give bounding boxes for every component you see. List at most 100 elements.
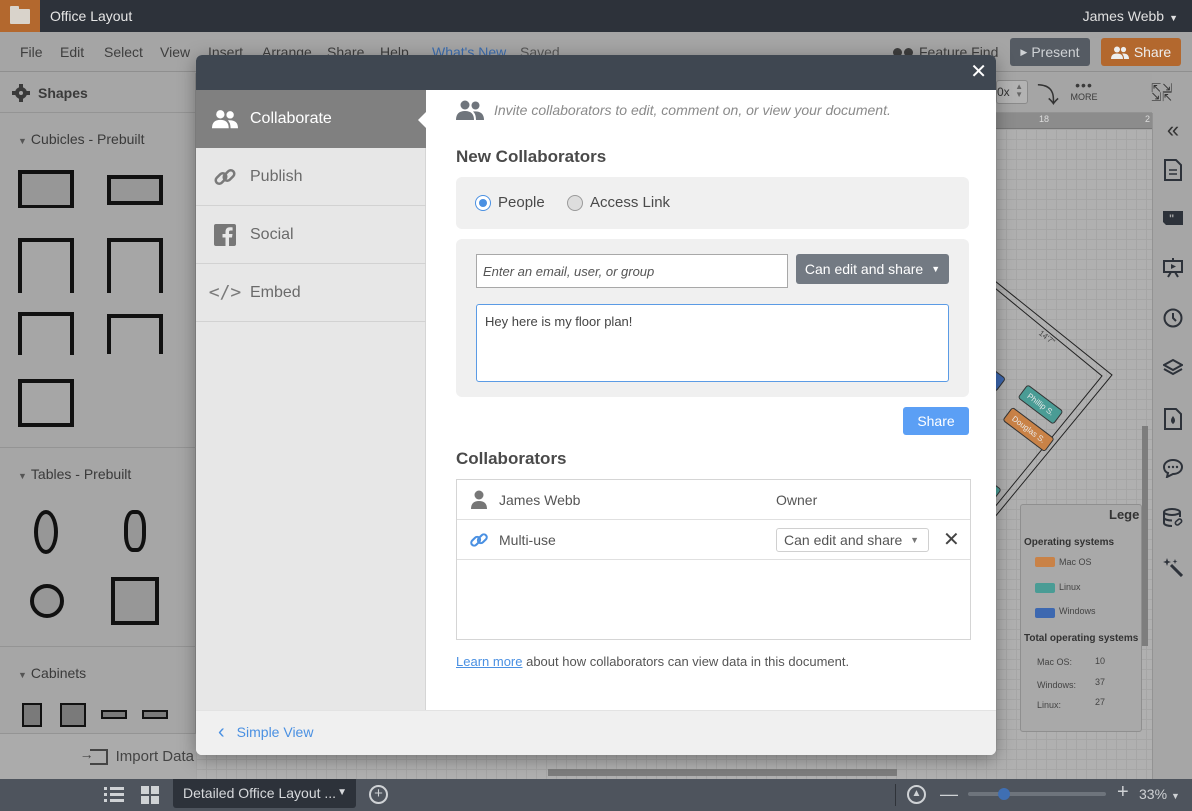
ellipsis-icon: •••	[1075, 77, 1093, 93]
horizontal-ruler: 18 2	[993, 113, 1152, 129]
chevron-down-icon: ▼	[931, 264, 941, 274]
zoom-level-dropdown[interactable]: 33% ▼	[1139, 786, 1180, 802]
ruler-mark: 2	[1145, 114, 1151, 124]
cubicle-shape[interactable]	[18, 379, 74, 427]
cubicle-shape[interactable]	[107, 175, 163, 205]
cabinet-shape[interactable]	[101, 710, 127, 719]
section-tables-label: Tables - Prebuilt	[30, 466, 132, 482]
page-settings-icon[interactable]	[1163, 159, 1183, 181]
collaborators-table: James Webb Owner Multi-use Can edit and …	[456, 479, 971, 640]
cubicle-shape[interactable]	[18, 170, 74, 208]
import-data-button[interactable]: Import Data	[0, 733, 196, 779]
close-icon[interactable]: ✕	[970, 61, 987, 83]
nav-publish-label: Publish	[250, 167, 303, 185]
import-icon	[80, 746, 108, 765]
section-cabinets[interactable]: ▼ Cabinets	[18, 665, 86, 681]
legend-swatch-linux	[1035, 583, 1055, 593]
menu-file[interactable]: File	[20, 44, 43, 60]
navigate-icon[interactable]: ▲	[907, 785, 926, 804]
table-shape[interactable]	[111, 577, 159, 625]
section-divider	[0, 447, 196, 448]
cubicle-shape[interactable]	[107, 314, 163, 354]
size-input[interactable]: 0x ▲ ▼	[996, 80, 1028, 104]
redo-icon[interactable]: ⤵	[1037, 78, 1059, 110]
presentation-icon[interactable]	[1163, 258, 1183, 278]
add-page-button[interactable]: +	[369, 785, 388, 804]
permission-dropdown-button[interactable]: Can edit and share ▼	[796, 254, 949, 284]
cubicle-shape[interactable]	[107, 238, 163, 293]
zoom-slider-thumb[interactable]	[997, 788, 1010, 800]
horizontal-scrollbar[interactable]	[548, 769, 897, 776]
total-label: Mac OS:	[1037, 657, 1073, 667]
nav-social[interactable]: Social	[196, 206, 426, 264]
table-shape[interactable]	[34, 510, 58, 554]
table-shape[interactable]	[30, 584, 64, 618]
menu-view[interactable]: View	[160, 44, 190, 60]
magic-wand-icon[interactable]	[1163, 557, 1184, 578]
menu-edit[interactable]: Edit	[60, 44, 84, 60]
documents-folder-button[interactable]	[0, 0, 40, 32]
section-cubicles-label: Cubicles - Prebuilt	[30, 131, 145, 147]
fullscreen-icon[interactable]: ⇱⇲ ⇲⇱	[1151, 82, 1173, 103]
chevron-down-icon[interactable]: ▼	[337, 787, 347, 798]
section-tables[interactable]: ▼ Tables - Prebuilt	[18, 466, 131, 482]
folder-icon	[10, 5, 30, 24]
simple-view-label: Simple View	[236, 724, 314, 740]
cubicle-shape[interactable]	[18, 312, 74, 355]
nav-collaborate[interactable]: Collaborate	[196, 90, 426, 148]
present-label: Present	[1031, 44, 1080, 60]
zoom-level-value: 33%	[1139, 786, 1168, 802]
quote-icon[interactable]: "	[1163, 209, 1183, 229]
cabinet-shape[interactable]	[142, 710, 168, 719]
section-cubicles[interactable]: ▼ Cubicles - Prebuilt	[18, 131, 145, 147]
list-view-icon[interactable]	[104, 787, 124, 803]
radio-people[interactable]: People	[475, 194, 545, 211]
grid-view-icon[interactable]	[141, 786, 159, 804]
title-bar: Office Layout James Webb ▼	[0, 0, 1192, 32]
menu-select[interactable]: Select	[104, 44, 143, 60]
comments-icon[interactable]	[1162, 458, 1184, 479]
email-input[interactable]	[476, 254, 788, 288]
room-walls	[990, 276, 1113, 524]
cubicle-shape[interactable]	[18, 238, 74, 293]
collaborator-permission-select[interactable]: Can edit and share ▼	[776, 528, 929, 552]
learn-more-link[interactable]: Learn more	[456, 654, 522, 669]
document-title[interactable]: Office Layout	[50, 8, 132, 24]
user-menu[interactable]: James Webb ▼	[1083, 8, 1178, 24]
present-button[interactable]: ▶ Present	[1010, 38, 1090, 66]
shapes-header[interactable]: Shapes	[0, 73, 195, 113]
theme-fill-icon[interactable]	[1163, 408, 1183, 430]
legend-panel[interactable]: Lege Operating systems Mac OS Linux Wind…	[1020, 504, 1142, 732]
import-data-label: Import Data	[115, 748, 194, 765]
permission-label: Can edit and share	[804, 261, 924, 277]
zoom-in-button[interactable]: +	[1117, 781, 1129, 804]
vertical-scrollbar[interactable]	[1142, 426, 1148, 646]
share-top-button[interactable]: Share	[1101, 38, 1181, 66]
chevron-down-icon: ▼	[1169, 13, 1178, 23]
floorplan-room[interactable]: 14'7" ie C. Phillip S. Douglas S. W.	[990, 275, 1130, 535]
shapes-title: Shapes	[38, 84, 88, 101]
layers-icon[interactable]	[1161, 358, 1185, 378]
nav-publish[interactable]: Publish	[196, 148, 426, 206]
page-tab[interactable]: Detailed Office Layout ... ▼	[173, 779, 356, 808]
collapse-panel-icon[interactable]: «	[1163, 119, 1183, 141]
message-textarea[interactable]: Hey here is my floor plan!	[476, 304, 949, 382]
history-clock-icon[interactable]	[1163, 308, 1183, 328]
nav-embed[interactable]: </> Embed	[196, 264, 426, 322]
cabinet-shape[interactable]	[22, 703, 42, 727]
intro-row: Invite collaborators to edit, comment on…	[456, 100, 891, 120]
share-button[interactable]: Share	[903, 407, 969, 435]
nav-collaborate-label: Collaborate	[250, 110, 332, 127]
table-shape[interactable]	[124, 510, 146, 552]
more-button[interactable]: ••• MORE	[1068, 77, 1100, 102]
simple-view-link[interactable]: ‹ Simple View	[218, 722, 314, 742]
triangle-down-icon: ▼	[18, 670, 27, 680]
cabinet-shape[interactable]	[60, 703, 86, 727]
legend-label: Mac OS	[1059, 557, 1092, 567]
stepper-icon: ▲ ▼	[1015, 82, 1023, 99]
data-link-icon[interactable]	[1163, 508, 1183, 528]
zoom-slider[interactable]	[968, 792, 1106, 796]
remove-collaborator-icon[interactable]: ✕	[943, 527, 960, 552]
zoom-out-button[interactable]: —	[940, 784, 958, 805]
radio-access-link[interactable]: Access Link	[567, 194, 670, 211]
